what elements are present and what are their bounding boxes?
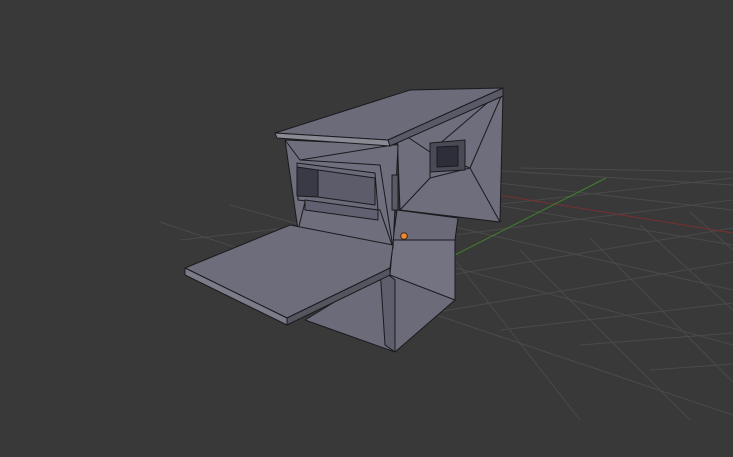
mesh-object[interactable] (184, 87, 504, 353)
3d-viewport[interactable] (0, 0, 733, 457)
object-origin-dot[interactable] (400, 232, 408, 240)
viewport-canvas[interactable] (0, 0, 733, 457)
